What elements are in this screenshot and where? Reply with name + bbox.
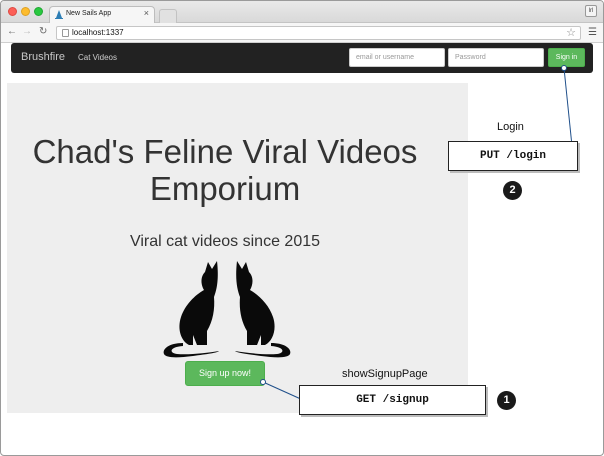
url-text[interactable]: localhost:1337 (72, 28, 124, 37)
browser-toolbar: ← → ↻ localhost:1337 ☆ ☰ (1, 23, 603, 43)
page-title: Chad's Feline Viral Videos Emporium (7, 133, 443, 207)
tab-close-icon[interactable]: × (144, 8, 149, 18)
login-annotation-label: Login (497, 121, 524, 133)
profile-badge[interactable]: lrl (585, 5, 597, 17)
page-title-line1: Chad's Feline Viral Videos (32, 133, 418, 170)
bookmark-star-icon[interactable]: ☆ (566, 26, 576, 39)
back-arrow-icon[interactable]: ← (7, 26, 17, 38)
new-tab-button[interactable] (159, 9, 177, 23)
cats-silhouette-icon (163, 261, 291, 358)
browser-window: New Sails App × lrl ← → ↻ localhost:1337… (0, 0, 604, 456)
login-callout-line (561, 65, 575, 149)
signup-button[interactable]: Sign up now! (185, 361, 265, 386)
minimize-window-button[interactable] (21, 7, 30, 16)
browser-titlebar: New Sails App × lrl (1, 1, 603, 23)
password-input[interactable]: Password (448, 48, 544, 67)
page-title-line2: Emporium (149, 170, 301, 207)
signin-button[interactable]: Sign in (548, 48, 585, 67)
nav-link-cat-videos[interactable]: Cat Videos (78, 53, 117, 62)
login-route-box: PUT /login (448, 141, 578, 171)
step-1-badge: 1 (497, 391, 516, 410)
tagline: Viral cat videos since 2015 (129, 233, 321, 250)
forward-arrow-icon[interactable]: → (22, 26, 32, 38)
address-bar[interactable]: localhost:1337 ☆ (56, 26, 581, 40)
signup-route-box: GET /signup (299, 385, 486, 415)
menu-icon[interactable]: ☰ (588, 27, 597, 38)
reload-icon[interactable]: ↻ (39, 26, 47, 38)
email-input[interactable]: email or username (349, 48, 445, 67)
sails-favicon-icon (55, 10, 63, 19)
close-window-button[interactable] (8, 7, 17, 16)
app-navbar: Brushfire Cat Videos email or username P… (11, 43, 593, 73)
signup-annotation-label: showSignupPage (342, 368, 428, 380)
browser-tab[interactable]: New Sails App × (49, 6, 155, 23)
brand-link[interactable]: Brushfire (21, 51, 65, 63)
page-icon (62, 29, 69, 37)
jumbotron: Chad's Feline Viral Videos Emporium Vira… (7, 83, 468, 413)
zoom-window-button[interactable] (34, 7, 43, 16)
tab-title: New Sails App (66, 10, 112, 17)
step-2-badge: 2 (503, 181, 522, 200)
